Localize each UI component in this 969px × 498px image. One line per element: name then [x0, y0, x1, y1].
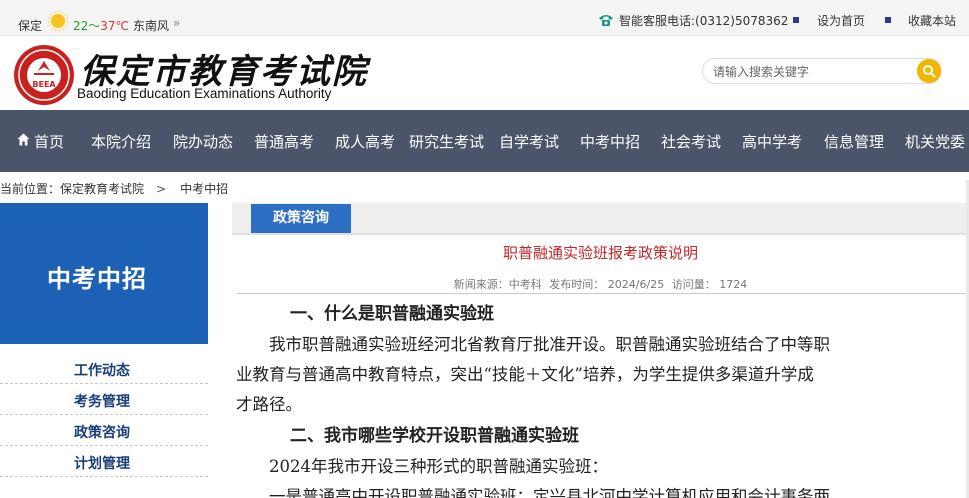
site-logo-english: Baoding Education Examinations Authority	[77, 86, 332, 101]
nav-item-self-study[interactable]: 自学考试	[499, 131, 559, 152]
article-paragraph-line: 才路径。	[236, 395, 302, 414]
sidebar-item-plan-management[interactable]: 计划管理	[0, 446, 208, 477]
article-body: 一、什么是职普融通实验班 我市职普融通实验班经河北省教育厅批准开设。职普融通实验…	[236, 298, 969, 498]
sidebar-item-work-news[interactable]: 工作动态	[0, 353, 208, 384]
sun-icon	[47, 10, 69, 32]
favorite-link[interactable]: 收藏本站	[908, 12, 956, 29]
bullet-icon	[885, 17, 891, 23]
nav-item-news[interactable]: 院办动态	[173, 131, 233, 152]
search-button[interactable]	[917, 59, 941, 83]
sidebar-banner-title: 中考中招	[47, 265, 147, 293]
article-date: 发布时间： 2024/6/25	[549, 278, 665, 291]
weather-more-link[interactable]: »	[173, 16, 180, 30]
article-paragraph-line: 业教育与普通高中教育特点，突出“技能＋文化”培养，为学生提供多渠道升学成	[236, 365, 814, 384]
set-home-link[interactable]: 设为首页	[817, 12, 865, 29]
sidebar-item-exam-affairs[interactable]: 考务管理	[0, 384, 208, 415]
article-heading-1: 一、什么是职普融通实验班	[290, 304, 494, 324]
article-meta: 新闻来源：中考科 发布时间： 2024/6/25 访问量： 1724	[232, 276, 969, 292]
top-bar: 保定 22～37℃ 东南风 » 智能客服电话:(0312)5078362 设为首…	[0, 0, 969, 36]
search-icon	[923, 65, 936, 78]
weather-temperature: 22～37℃	[73, 19, 130, 33]
bullet-icon	[793, 17, 799, 23]
category-tab-policy[interactable]: 政策咨询	[251, 204, 351, 233]
nav-item-postgraduate[interactable]: 研究生考试	[409, 131, 484, 152]
main-nav: 首页 本院介绍 院办动态 普通高考 成人高考 研究生考试 自学考试 中考中招 社…	[0, 110, 969, 172]
home-icon	[17, 133, 30, 146]
weather-wind: 东南风	[133, 19, 170, 33]
nav-item-about[interactable]: 本院介绍	[91, 131, 151, 152]
breadcrumb: 当前位置：保定教育考试院 > 中考中招	[0, 180, 228, 197]
nav-item-info-management[interactable]: 信息管理	[824, 131, 884, 152]
nav-item-academic-test[interactable]: 高中学考	[742, 131, 802, 152]
article-paragraph-line: 2024年我市开设三种形式的职普融通实验班：	[236, 457, 608, 476]
nav-item-zhongkao[interactable]: 中考中招	[580, 131, 640, 152]
phone-icon	[599, 15, 613, 26]
article-paragraph-line: 我市职普融通实验班经河北省教育厅批准开设。职普融通实验班结合了中等职	[236, 335, 830, 354]
weather-city: 保定	[18, 19, 43, 33]
nav-item-adult-exam[interactable]: 成人高考	[335, 131, 395, 152]
article-heading-2: 二、我市哪些学校开设职普融通实验班	[290, 426, 579, 446]
logo-seal-icon[interactable]: BEEA	[13, 44, 75, 106]
breadcrumb-home[interactable]: 当前位置：保定教育考试院	[0, 182, 144, 196]
search-box	[702, 58, 942, 84]
nav-item-social-exam[interactable]: 社会考试	[661, 131, 721, 152]
article-paragraph-line: 一是普通高中开设职普融通实验班：定兴县北河中学计算机应用和会计事务两	[236, 487, 830, 498]
search-input[interactable]	[713, 63, 913, 81]
breadcrumb-separator: >	[156, 182, 167, 196]
service-phone: 智能客服电话:(0312)5078362	[619, 14, 789, 28]
nav-item-party-committee[interactable]: 机关党委	[905, 131, 965, 152]
sidebar-banner: 中考中招	[0, 203, 208, 344]
sidebar-item-policy-consult[interactable]: 政策咨询	[0, 415, 208, 446]
article-source: 新闻来源：中考科	[453, 278, 542, 291]
nav-item-home[interactable]: 首页	[34, 131, 64, 152]
nav-item-gaokao[interactable]: 普通高考	[254, 131, 314, 152]
article-views: 访问量： 1724	[671, 278, 748, 291]
sidebar-menu: 工作动态 考务管理 政策咨询 计划管理	[0, 353, 208, 477]
logo-seal-text: BEEA	[32, 80, 56, 89]
article-title: 职普融通实验班报考政策说明	[502, 244, 698, 262]
article-divider	[236, 293, 969, 294]
breadcrumb-current[interactable]: 中考中招	[180, 182, 228, 196]
